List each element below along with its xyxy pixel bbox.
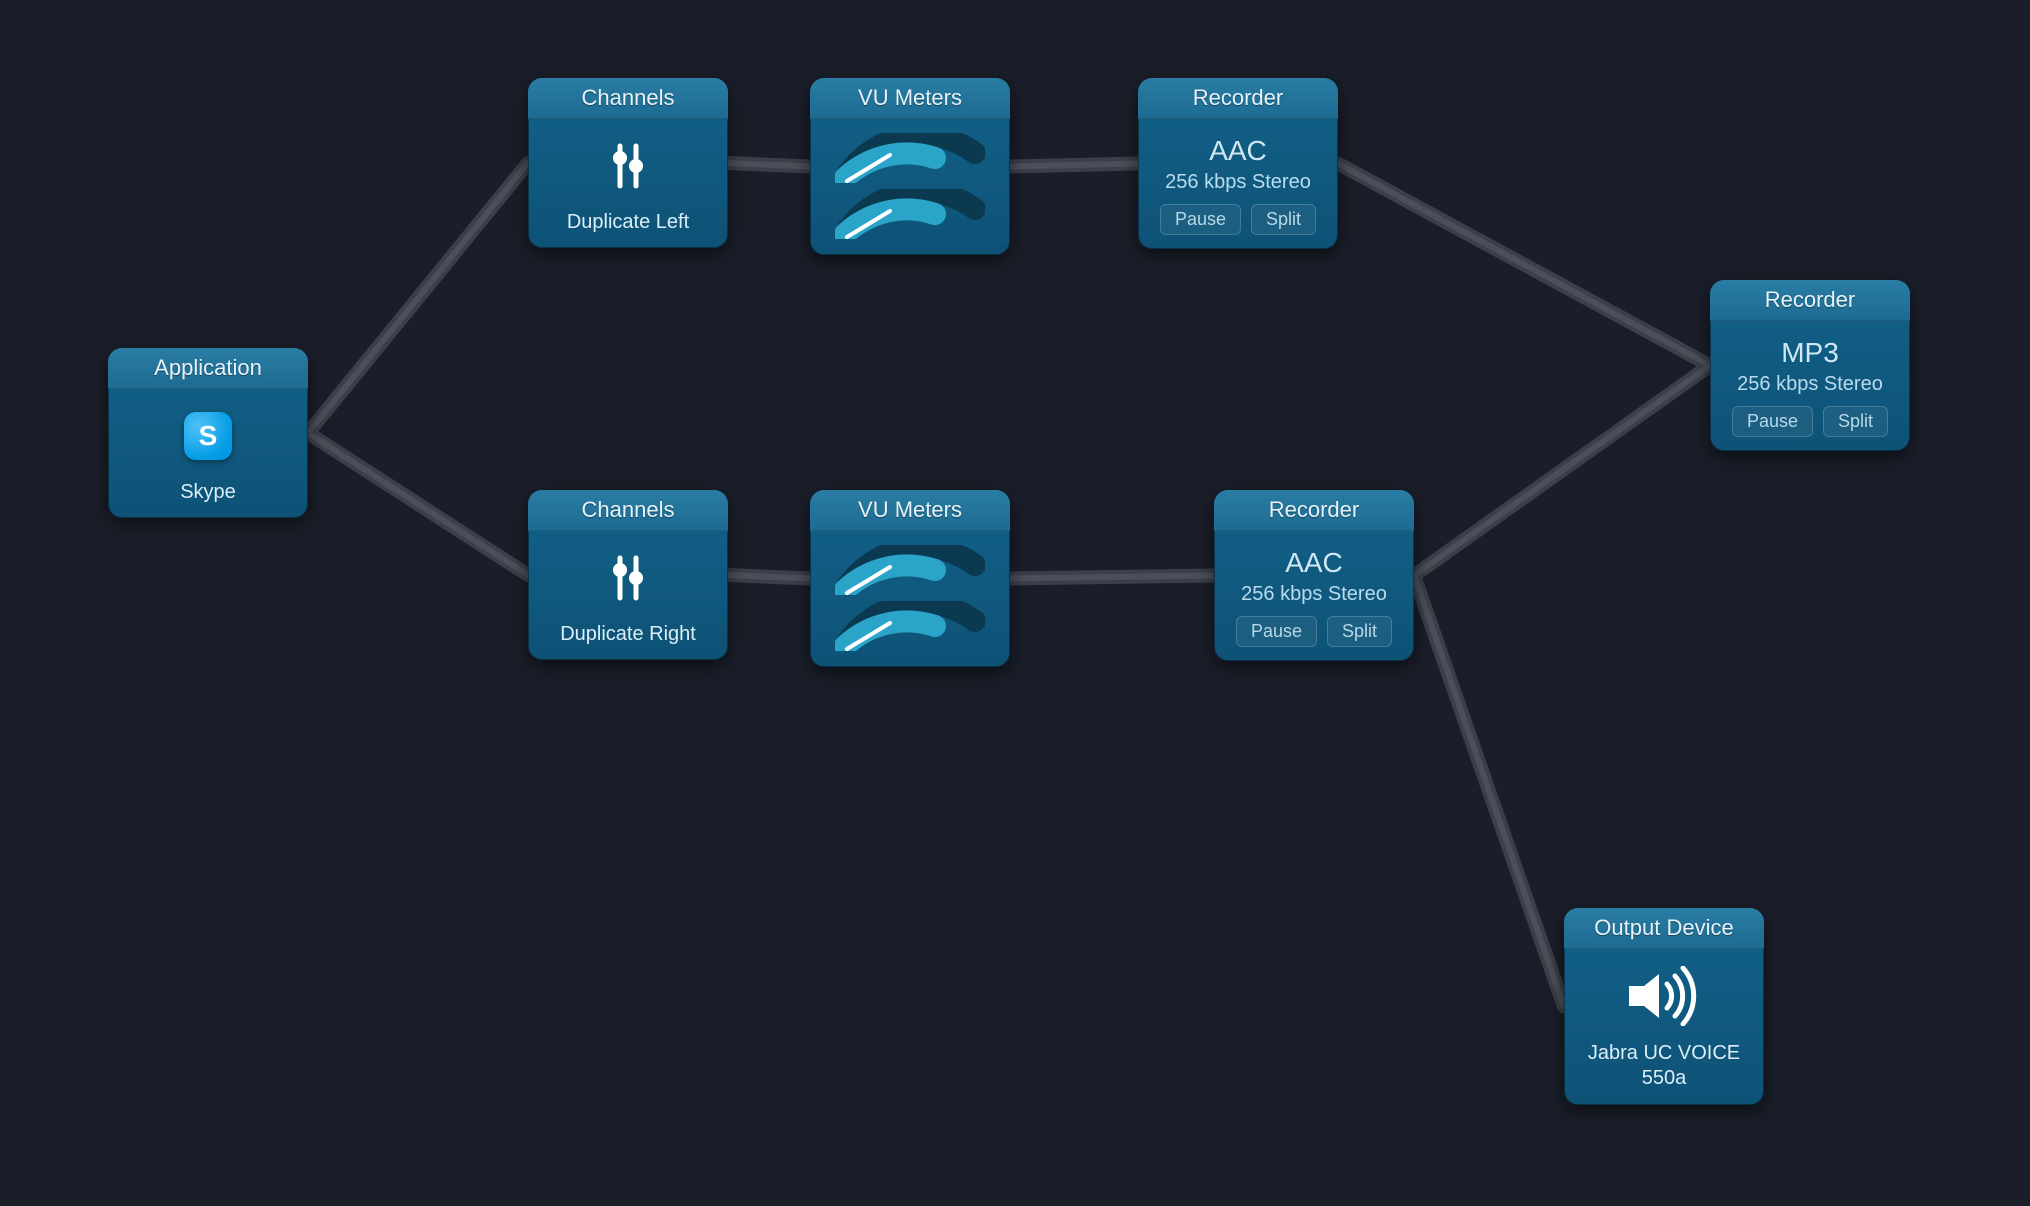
recorder-format: AAC [1222, 547, 1406, 579]
node-title: Application [108, 348, 308, 389]
pause-button[interactable]: Pause [1160, 204, 1241, 235]
vu-meter-icon [818, 131, 1002, 241]
node-title: VU Meters [810, 78, 1010, 119]
node-title: Recorder [1138, 78, 1338, 119]
node-application[interactable]: Application S Skype [108, 348, 308, 518]
pause-button[interactable]: Pause [1732, 406, 1813, 437]
sliders-icon [536, 543, 720, 613]
node-title: Output Device [1564, 908, 1764, 949]
node-recorder-mp3[interactable]: Recorder MP3 256 kbps Stereo Pause Split [1710, 280, 1910, 451]
node-title: Recorder [1710, 280, 1910, 321]
split-button[interactable]: Split [1327, 616, 1392, 647]
node-recorder-aac-bottom[interactable]: Recorder AAC 256 kbps Stereo Pause Split [1214, 490, 1414, 661]
split-button[interactable]: Split [1823, 406, 1888, 437]
node-label: Duplicate Left [536, 211, 720, 234]
node-label: Duplicate Right [536, 623, 720, 646]
node-title: Channels [528, 490, 728, 531]
node-channels-top[interactable]: Channels Duplicate Left [528, 78, 728, 248]
node-channels-bottom[interactable]: Channels Duplicate Right [528, 490, 728, 660]
node-label: Jabra UC VOICE 550a [1572, 1041, 1756, 1091]
recorder-detail: 256 kbps Stereo [1718, 373, 1902, 396]
node-output-device[interactable]: Output Device Jabra UC VOICE 550a [1564, 908, 1764, 1105]
pause-button[interactable]: Pause [1236, 616, 1317, 647]
speaker-icon [1572, 961, 1756, 1031]
vu-meter-icon [818, 543, 1002, 653]
node-title: Recorder [1214, 490, 1414, 531]
node-vumeters-bottom[interactable]: VU Meters [810, 490, 1010, 667]
node-vumeters-top[interactable]: VU Meters [810, 78, 1010, 255]
recorder-detail: 256 kbps Stereo [1222, 583, 1406, 606]
sliders-icon [536, 131, 720, 201]
split-button[interactable]: Split [1251, 204, 1316, 235]
node-title: VU Meters [810, 490, 1010, 531]
recorder-format: MP3 [1718, 337, 1902, 369]
node-title: Channels [528, 78, 728, 119]
diagram-canvas: Application S Skype Channels Duplic [0, 0, 2030, 1206]
recorder-detail: 256 kbps Stereo [1146, 171, 1330, 194]
recorder-format: AAC [1146, 135, 1330, 167]
node-label: Skype [116, 481, 300, 504]
node-recorder-aac-top[interactable]: Recorder AAC 256 kbps Stereo Pause Split [1138, 78, 1338, 249]
skype-icon: S [116, 401, 300, 471]
